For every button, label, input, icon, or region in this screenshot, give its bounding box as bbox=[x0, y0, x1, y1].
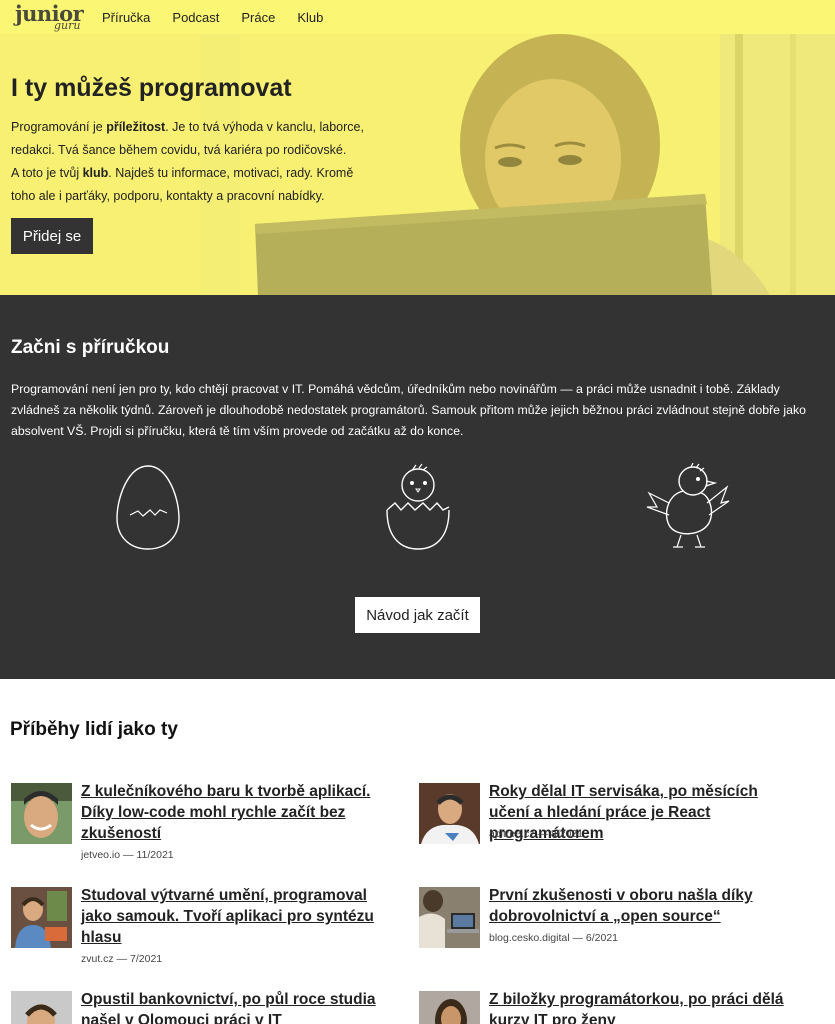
story-title-link[interactable]: První zkušenosti v oboru našla díky dobr… bbox=[489, 885, 789, 927]
guide-section: Začni s příručkou Programování není jen … bbox=[0, 295, 835, 679]
hero-p1-bold: příležitost bbox=[106, 120, 166, 134]
story-meta: zvut.cz — 7/2021 bbox=[81, 953, 163, 965]
hatching-chick-icon bbox=[386, 463, 450, 550]
hero-title: I ty můžeš programovat bbox=[11, 74, 292, 102]
story-meta: blog.cesko.digital — 6/2021 bbox=[489, 932, 618, 944]
nav-link-jobs[interactable]: Práce bbox=[241, 10, 275, 25]
hero-paragraph-1: Programování je příležitost. Je to tvá v… bbox=[11, 116, 371, 162]
logo-sub-text: guru bbox=[54, 19, 81, 32]
hero-p1-text-a: Programování je bbox=[11, 120, 107, 134]
story-thumbnail bbox=[419, 991, 480, 1024]
guide-title: Začni s příručkou bbox=[11, 337, 170, 358]
top-navigation: junior guru Příručka Podcast Práce Klub bbox=[0, 0, 835, 34]
story-title-link[interactable]: Z biložky programátorkou, po práci dělá … bbox=[489, 989, 789, 1024]
egg-icon bbox=[116, 465, 180, 550]
nav-links: Příručka Podcast Práce Klub bbox=[102, 0, 345, 34]
story-thumbnail bbox=[11, 783, 72, 844]
junior-guru-logo[interactable]: junior guru bbox=[15, 1, 85, 32]
story-title-link[interactable]: Z kulečníkového baru k tvorbě aplikací. … bbox=[81, 781, 381, 844]
guide-text: Programování není jen pro ty, kdo chtějí… bbox=[11, 382, 806, 438]
hero-p2-text-a: A toto je tvůj bbox=[11, 166, 83, 180]
story-title-link[interactable]: Opustil bankovnictví, po půl roce studia… bbox=[81, 989, 381, 1024]
nav-link-club[interactable]: Klub bbox=[297, 10, 323, 25]
story-meta: apitree.cz — 8/2021 bbox=[489, 828, 583, 840]
story-thumbnail bbox=[11, 887, 72, 948]
story-thumbnail bbox=[419, 783, 480, 844]
story-thumbnail bbox=[419, 887, 480, 948]
hero-paragraph-2: A toto je tvůj klub. Najdeš tu informace… bbox=[11, 162, 371, 208]
chick-icon bbox=[646, 463, 730, 548]
join-button[interactable]: Přidej se bbox=[11, 218, 93, 254]
hero-section: I ty můžeš programovat Programování je p… bbox=[0, 34, 835, 295]
story-thumbnail bbox=[11, 991, 72, 1024]
story-title-link[interactable]: Studoval výtvarné umění, programoval jak… bbox=[81, 885, 381, 948]
guide-start-button[interactable]: Návod jak začít bbox=[355, 597, 480, 633]
nav-link-handbook[interactable]: Příručka bbox=[102, 10, 150, 25]
nav-link-podcast[interactable]: Podcast bbox=[172, 10, 219, 25]
hero-p2-bold: klub bbox=[82, 166, 109, 180]
story-meta: jetveo.io — 11/2021 bbox=[81, 849, 174, 861]
stories-title: Příběhy lidí jako ty bbox=[10, 719, 178, 740]
